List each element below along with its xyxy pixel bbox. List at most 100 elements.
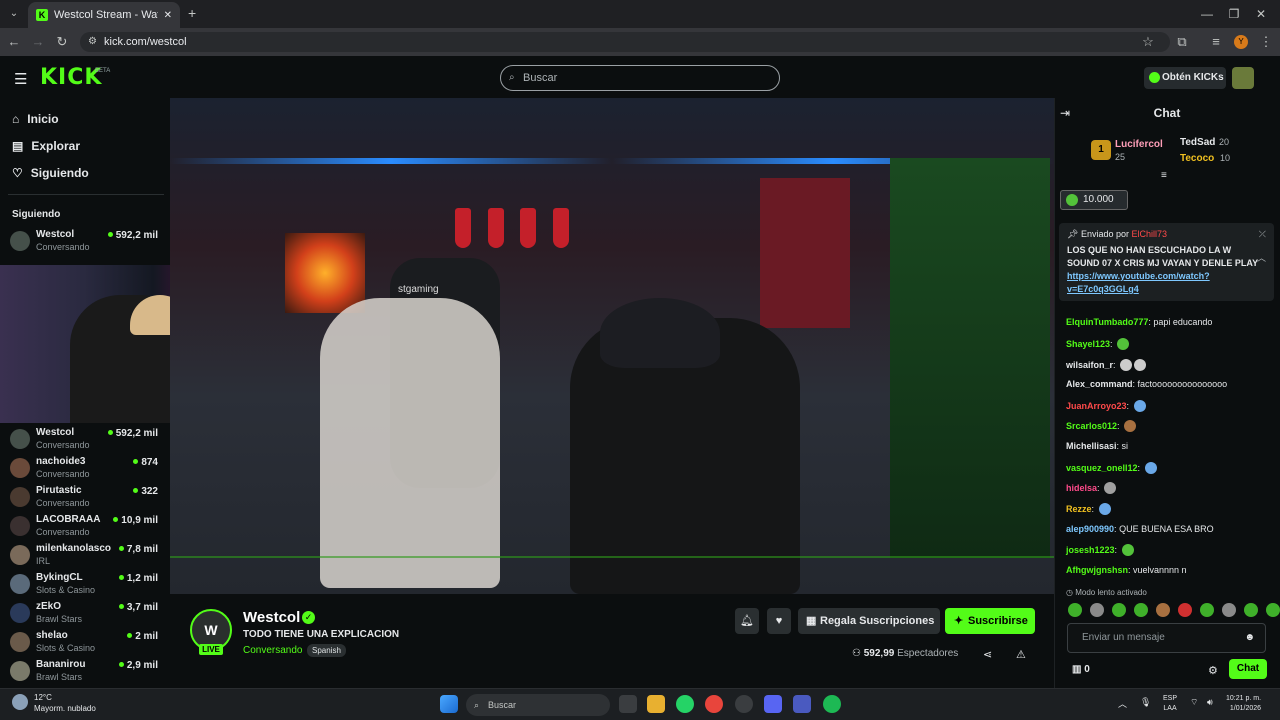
chat-username[interactable]: josesh1223 bbox=[1066, 545, 1115, 555]
leader-3-name[interactable]: Tecoco bbox=[1180, 153, 1214, 164]
subscribe-button[interactable]: ✦ Suscribirse bbox=[945, 608, 1035, 634]
tray-chevron-icon[interactable]: ︿ bbox=[1118, 697, 1127, 710]
collapse-pinned-icon[interactable]: ︿ bbox=[1257, 251, 1266, 264]
windows-start-icon[interactable] bbox=[440, 695, 458, 713]
gift-subs-button[interactable]: ▦ Regala Suscripciones bbox=[798, 608, 940, 634]
chat-username[interactable]: Alex_command bbox=[1066, 379, 1133, 389]
notification-bell-button[interactable]: 🔔︎ bbox=[735, 608, 759, 634]
chrome-icon[interactable] bbox=[705, 695, 723, 713]
chat-username[interactable]: Srcarlos012 bbox=[1066, 421, 1117, 431]
quick-emote[interactable] bbox=[1178, 603, 1192, 617]
quick-emote[interactable] bbox=[1112, 603, 1126, 617]
clock[interactable]: 10:21 p. m. 1/01/2026 bbox=[1226, 694, 1261, 714]
quick-emote[interactable] bbox=[1068, 603, 1082, 617]
channel-item[interactable]: milenkanolasco IRL 7,8 mil bbox=[10, 543, 162, 571]
taskbar-search[interactable]: ⌕ Buscar bbox=[466, 694, 610, 716]
emote-icon bbox=[1134, 359, 1147, 371]
microphone-icon[interactable]: 🎙︎ bbox=[1140, 697, 1151, 708]
follow-heart-button[interactable]: ♥ bbox=[767, 608, 791, 634]
wifi-icon[interactable]: ⌔ bbox=[1190, 697, 1198, 708]
channel-item[interactable]: Bananirou Brawl Stars 2,9 mil bbox=[10, 659, 162, 687]
chat-username[interactable]: alep900990 bbox=[1066, 524, 1114, 534]
sidebar-item-explorar[interactable]: ▤ Explorar bbox=[12, 139, 80, 153]
extensions-icon[interactable]: ⧉ bbox=[1172, 33, 1192, 51]
expand-leaderboard-icon[interactable]: ≡ bbox=[1161, 170, 1167, 181]
followed-channel-westcol[interactable]: Westcol Conversando 592,2 mil bbox=[10, 229, 162, 257]
get-kicks-button[interactable]: Obtén KICKs bbox=[1144, 67, 1226, 89]
chat-username[interactable]: Shayel123 bbox=[1066, 339, 1110, 349]
channel-item[interactable]: nachoide3 Conversando 874 bbox=[10, 456, 162, 484]
report-icon[interactable]: ⚠ bbox=[1016, 648, 1026, 661]
chat-send-button[interactable]: Chat bbox=[1229, 659, 1267, 679]
leader-1-name[interactable]: Lucifercol bbox=[1115, 139, 1163, 150]
channel-item[interactable]: zEkO Brawl Stars 3,7 mil bbox=[10, 601, 162, 629]
whatsapp-icon[interactable] bbox=[676, 695, 694, 713]
weather-widget[interactable]: 12°C Mayorm. nublado bbox=[12, 692, 96, 714]
chat-username[interactable]: wilsaifon_r bbox=[1066, 360, 1113, 370]
chat-username[interactable]: vasquez_onell12 bbox=[1066, 463, 1138, 473]
leader-2-name[interactable]: TedSad bbox=[1180, 137, 1215, 148]
user-avatar[interactable] bbox=[1232, 67, 1254, 89]
discord-icon[interactable] bbox=[764, 695, 782, 713]
chat-username[interactable]: Afhgwjgnshsn bbox=[1066, 565, 1128, 575]
browser-tab[interactable]: K Westcol Stream - Watch Live o ✕ bbox=[28, 2, 180, 28]
chat-username[interactable]: ElquinTumbado777 bbox=[1066, 317, 1148, 327]
pinned-link[interactable]: https://www.youtube.com/watch?v=E7c0q3GG… bbox=[1067, 271, 1210, 294]
share-icon[interactable]: ⋖ bbox=[983, 648, 992, 661]
reload-icon[interactable]: ↻ bbox=[52, 33, 72, 51]
quick-emote[interactable] bbox=[1244, 603, 1258, 617]
hamburger-menu-icon[interactable]: ☰ bbox=[14, 70, 27, 88]
quick-emote[interactable] bbox=[1200, 603, 1214, 617]
quick-emote[interactable] bbox=[1134, 603, 1148, 617]
task-view-icon[interactable] bbox=[619, 695, 637, 713]
media-control-icon[interactable]: ≡ bbox=[1206, 33, 1226, 51]
chat-settings-icon[interactable]: ⚙ bbox=[1208, 664, 1218, 677]
url-field[interactable]: kick.com/westcol bbox=[80, 32, 1170, 52]
obs-icon[interactable] bbox=[735, 695, 753, 713]
channel-item[interactable]: Pirutastic Conversando 322 bbox=[10, 485, 162, 513]
channel-item[interactable]: BykingCL Slots & Casino 1,2 mil bbox=[10, 572, 162, 600]
browser-menu-icon[interactable]: ⋮ bbox=[1256, 33, 1276, 51]
language-tag[interactable]: Spanish bbox=[307, 644, 346, 657]
channel-name[interactable]: Westcol bbox=[243, 609, 300, 626]
volume-icon[interactable]: 🔊︎ bbox=[1207, 697, 1213, 708]
quick-emote[interactable] bbox=[1266, 603, 1280, 617]
quick-emote[interactable] bbox=[1156, 603, 1170, 617]
language-indicator[interactable]: ESP LAA bbox=[1163, 694, 1177, 714]
chat-message-input[interactable]: Enviar un mensaje ☻ bbox=[1067, 623, 1266, 653]
stream-category[interactable]: Conversando bbox=[243, 645, 302, 656]
chat-username[interactable]: Rezze bbox=[1066, 504, 1092, 514]
video-player[interactable]: stgaming bbox=[170, 98, 1054, 594]
search-input[interactable]: ⌕ Buscar bbox=[500, 65, 780, 91]
unpin-icon[interactable]: ⤫ bbox=[1259, 229, 1266, 240]
new-tab-button[interactable]: + bbox=[188, 5, 196, 21]
sidebar-item-inicio[interactable]: ⌂ Inicio bbox=[12, 112, 59, 126]
channel-item[interactable]: Westcol Conversando 592,2 mil bbox=[10, 427, 162, 455]
minimize-icon[interactable]: — bbox=[1192, 4, 1222, 24]
close-window-icon[interactable]: ✕ bbox=[1246, 4, 1276, 24]
forward-icon[interactable]: → bbox=[28, 33, 48, 51]
app-icon[interactable] bbox=[793, 695, 811, 713]
tab-close-icon[interactable]: ✕ bbox=[164, 10, 172, 21]
language-1: ESP bbox=[1163, 695, 1178, 702]
sidebar-item-siguiendo[interactable]: ♡ Siguiendo bbox=[12, 166, 89, 180]
file-explorer-icon[interactable] bbox=[647, 695, 665, 713]
channel-item[interactable]: shelao Slots & Casino 2 mil bbox=[10, 630, 162, 658]
pinned-sender[interactable]: ElChill73 bbox=[1132, 229, 1168, 239]
spotify-icon[interactable] bbox=[823, 695, 841, 713]
quick-emote[interactable] bbox=[1090, 603, 1104, 617]
site-info-icon[interactable]: ⚙ bbox=[88, 36, 97, 47]
restore-icon[interactable]: ❐ bbox=[1219, 4, 1249, 24]
emote-picker-icon[interactable]: ☻ bbox=[1244, 624, 1255, 652]
bookmark-star-icon[interactable]: ☆ bbox=[1138, 33, 1158, 51]
chat-username[interactable]: JuanArroyo23 bbox=[1066, 401, 1127, 411]
chat-username[interactable]: hidelsa bbox=[1066, 483, 1097, 493]
tab-search-button[interactable]: ⌄ bbox=[6, 6, 22, 22]
back-icon[interactable]: ← bbox=[4, 33, 24, 51]
profile-avatar[interactable]: Y bbox=[1234, 35, 1248, 49]
chat-username[interactable]: Michellisasi bbox=[1066, 441, 1117, 451]
quick-emote[interactable] bbox=[1222, 603, 1236, 617]
channel-item[interactable]: LACOBRAAA Conversando 10,9 mil bbox=[10, 514, 162, 542]
pinned-sent-by: Enviado por bbox=[1080, 229, 1129, 239]
kick-logo[interactable]: KICK bbox=[40, 65, 102, 90]
